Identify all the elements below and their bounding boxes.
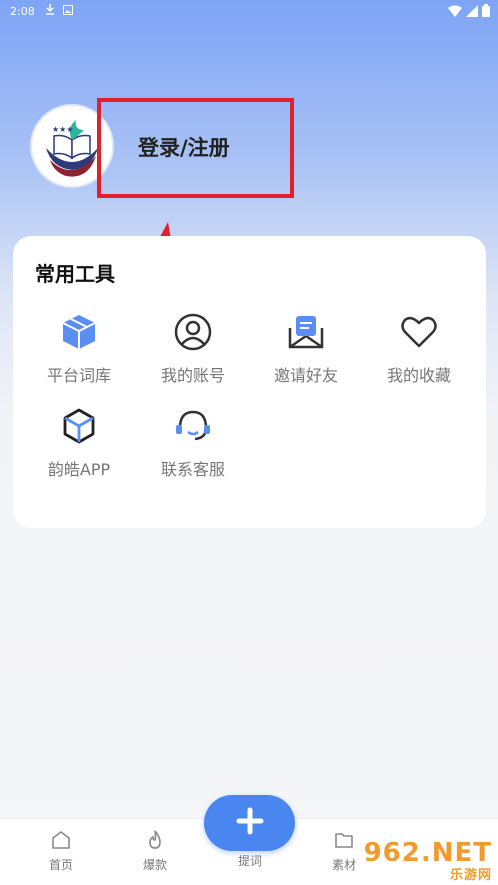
tool-label: 邀请好友 (273, 366, 338, 385)
status-icons (448, 4, 490, 20)
watermark: 962.NET 乐游网 (364, 838, 492, 883)
plus-icon (236, 807, 264, 839)
tool-my-favorites[interactable]: 我的收藏 (363, 312, 475, 386)
tool-invite-friends[interactable]: 邀请好友 (250, 312, 362, 386)
battery-icon (482, 4, 490, 20)
add-button[interactable] (204, 795, 295, 851)
tab-label: 首页 (48, 858, 73, 872)
cube-icon (59, 312, 99, 352)
svg-text:★★★: ★★★ (52, 125, 74, 134)
download-icon (45, 4, 55, 18)
annotation-box (97, 98, 294, 198)
mail-icon (286, 312, 326, 352)
user-icon (173, 312, 213, 352)
tab-label: 提词 (237, 854, 262, 868)
tool-label: 我的收藏 (386, 366, 451, 385)
tool-my-account[interactable]: 我的账号 (137, 312, 249, 386)
tool-yunhao-app[interactable]: 韵皓APP (23, 406, 135, 480)
tools-title: 常用工具 (35, 262, 115, 286)
tab-label: 爆款 (142, 858, 167, 872)
wifi-icon (448, 4, 462, 20)
tool-platform-lexicon[interactable]: 平台词库 (23, 312, 135, 386)
tools-card: 常用工具 平台词库 我的账号 邀请好友 我的收藏 韵皓APP 联系客服 (13, 236, 486, 528)
tool-label: 韵皓APP (47, 460, 111, 479)
folder-icon (333, 829, 355, 851)
image-notification-icon (62, 4, 73, 18)
tool-label: 联系客服 (160, 460, 225, 479)
tab-home[interactable]: 首页 (31, 829, 91, 873)
heart-icon (399, 312, 439, 352)
status-time: 2:08 (10, 4, 35, 18)
signal-icon (466, 4, 478, 20)
tool-contact-support[interactable]: 联系客服 (137, 406, 249, 480)
box-icon (59, 406, 99, 446)
headset-icon (173, 406, 213, 446)
tab-hot[interactable]: 爆款 (125, 829, 185, 873)
tool-label: 我的账号 (160, 366, 225, 385)
home-icon (50, 829, 72, 851)
status-bar: 2:08 (0, 0, 498, 22)
tool-label: 平台词库 (46, 366, 111, 385)
fire-icon (144, 829, 166, 851)
